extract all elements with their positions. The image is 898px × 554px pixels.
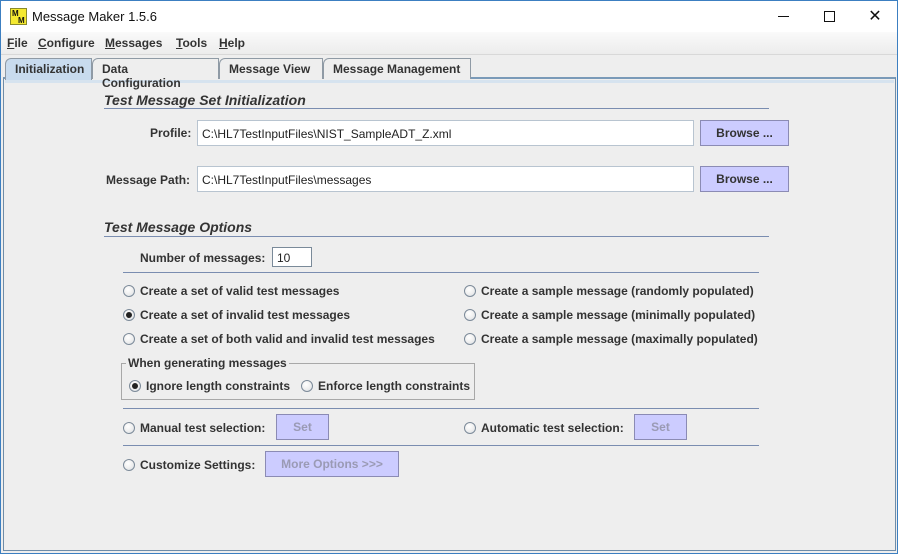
radio-invalid-messages[interactable]: Create a set of invalid test messages — [123, 308, 350, 322]
options-section-separator — [104, 236, 769, 237]
manual-set-button[interactable]: Set — [276, 414, 329, 440]
tab-message-management[interactable]: Message Management — [323, 58, 471, 79]
profile-browse-button[interactable]: Browse ... — [700, 120, 789, 146]
tab-initialization[interactable]: Initialization — [5, 58, 92, 80]
init-section-title: Test Message Set Initialization — [104, 92, 306, 108]
menu-configure[interactable]: Configure — [38, 36, 95, 50]
window-title: Message Maker 1.5.6 — [32, 9, 158, 24]
options-separator-1 — [123, 272, 759, 273]
radio-label: Create a sample message (minimally popul… — [481, 308, 756, 322]
radio-customize-settings[interactable]: Customize Settings: — [123, 458, 255, 472]
radio-automatic-selection[interactable]: Automatic test selection: — [464, 421, 624, 435]
minimize-icon — [777, 16, 789, 17]
options-separator-2 — [123, 408, 759, 409]
radio-button[interactable] — [123, 285, 135, 297]
radio-button[interactable] — [464, 422, 476, 434]
menu-file[interactable]: File — [7, 36, 28, 50]
radio-both-messages[interactable]: Create a set of both valid and invalid t… — [123, 332, 435, 346]
menu-file-label: ile — [14, 36, 28, 50]
tab-message-view[interactable]: Message View — [219, 58, 323, 79]
init-section-separator — [104, 108, 769, 109]
radio-button[interactable] — [123, 333, 135, 345]
profile-label: Profile: — [150, 126, 192, 140]
menu-configure-mnemonic: C — [38, 36, 47, 50]
radio-label: Customize Settings: — [140, 458, 256, 472]
radio-manual-selection[interactable]: Manual test selection: — [123, 421, 265, 435]
radio-button[interactable] — [464, 309, 476, 321]
radio-label: Automatic test selection: — [481, 421, 624, 435]
radio-button-checked[interactable] — [123, 309, 135, 321]
automatic-set-button[interactable]: Set — [634, 414, 687, 440]
radio-button[interactable] — [123, 422, 135, 434]
app-window: MM Message Maker 1.5.6 ✕ File Configure … — [0, 0, 898, 554]
menu-configure-label: onfigure — [46, 36, 95, 50]
menu-help[interactable]: Help — [219, 36, 245, 50]
tab-data-configuration[interactable]: Data Configuration — [92, 58, 219, 90]
radio-button[interactable] — [464, 333, 476, 345]
radio-label: Create a set of valid test messages — [140, 284, 340, 298]
message-path-input[interactable]: C:\HL7TestInputFiles\messages — [197, 166, 694, 192]
radio-label: Enforce length constraints — [318, 379, 471, 393]
close-icon: ✕ — [868, 7, 882, 25]
menu-tools[interactable]: Tools — [176, 36, 207, 50]
radio-button[interactable] — [464, 285, 476, 297]
profile-input[interactable]: C:\HL7TestInputFiles\NIST_SampleADT_Z.xm… — [197, 120, 694, 146]
radio-button-checked[interactable] — [129, 380, 141, 392]
more-options-button[interactable]: More Options >>> — [265, 451, 399, 477]
menu-bar: File Configure Messages Tools Help — [1, 32, 897, 54]
app-logo-icon: MM — [10, 8, 27, 25]
menu-messages[interactable]: Messages — [105, 36, 162, 50]
radio-label: Create a sample message (maximally popul… — [481, 332, 758, 346]
radio-valid-messages[interactable]: Create a set of valid test messages — [123, 284, 339, 298]
message-path-label: Message Path: — [106, 173, 191, 187]
menu-tools-label: ools — [182, 36, 208, 50]
menu-messages-label: essages — [115, 36, 163, 50]
generating-messages-title: When generating messages — [126, 356, 289, 370]
radio-button[interactable] — [123, 459, 135, 471]
tab-bar: Initialization Data Configuration Messag… — [1, 54, 897, 90]
close-button[interactable]: ✕ — [852, 1, 898, 32]
radio-label: Create a sample message (randomly popula… — [481, 284, 754, 298]
radio-sample-minimal[interactable]: Create a sample message (minimally popul… — [464, 308, 755, 322]
title-bar: MM Message Maker 1.5.6 ✕ — [1, 1, 897, 32]
radio-label: Create a set of invalid test messages — [140, 308, 351, 322]
radio-label: Manual test selection: — [140, 421, 266, 435]
number-of-messages-input[interactable]: 10 — [272, 247, 312, 267]
menu-messages-mnemonic: M — [105, 36, 115, 50]
menu-help-label: elp — [227, 36, 246, 50]
options-section-title: Test Message Options — [104, 219, 253, 235]
radio-label: Ignore length constraints — [146, 379, 291, 393]
maximize-icon — [823, 11, 835, 22]
maximize-button[interactable] — [806, 1, 852, 32]
minimize-button[interactable] — [760, 1, 806, 32]
radio-label: Create a set of both valid and invalid t… — [140, 332, 435, 346]
options-separator-3 — [123, 445, 759, 446]
number-of-messages-label: Number of messages: — [140, 251, 266, 265]
radio-enforce-length[interactable]: Enforce length constraints — [301, 379, 470, 393]
radio-ignore-length[interactable]: Ignore length constraints — [129, 379, 290, 393]
radio-sample-maximal[interactable]: Create a sample message (maximally popul… — [464, 332, 758, 346]
radio-sample-random[interactable]: Create a sample message (randomly popula… — [464, 284, 754, 298]
menu-help-mnemonic: H — [219, 36, 228, 50]
radio-button[interactable] — [301, 380, 313, 392]
message-path-browse-button[interactable]: Browse ... — [700, 166, 789, 192]
